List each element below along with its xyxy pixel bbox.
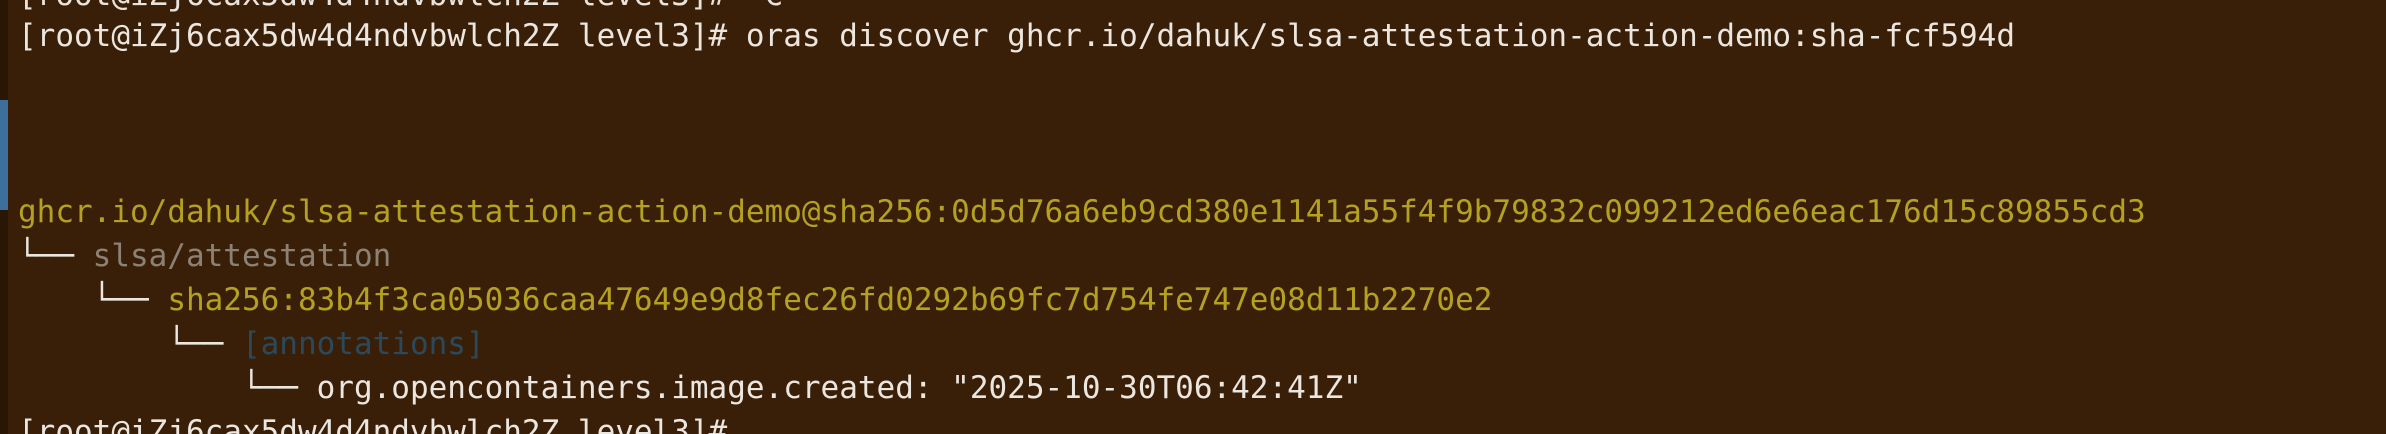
final-prompt[interactable]: [root@iZj6cax5dw4d4ndvbwlch2Z level3]# bbox=[18, 410, 727, 434]
tree-row-annotation-value: └── org.opencontainers.image.created: "2… bbox=[18, 366, 1362, 410]
tree-row-artifact-type: └── slsa/attestation bbox=[18, 234, 391, 278]
terminal-window[interactable]: [root@iZj6cax5dw4d4ndvbwlch2Z level3]# ^… bbox=[0, 0, 2386, 434]
tree-branch: └── bbox=[92, 282, 168, 318]
tree-branch: └── bbox=[241, 370, 317, 406]
tree-branch: └── bbox=[167, 326, 242, 362]
artifact-type-label: slsa/attestation bbox=[92, 238, 392, 274]
annotations-label: [annotations] bbox=[241, 326, 485, 362]
tree-row-digest: └── sha256:83b4f3ca05036caa47649e9d8fec2… bbox=[18, 278, 1493, 322]
annotation-entry: org.opencontainers.image.created: "2025-… bbox=[316, 370, 1362, 406]
scroll-marker bbox=[0, 100, 8, 210]
tree-branch: └── bbox=[18, 238, 93, 274]
command-line: [root@iZj6cax5dw4d4ndvbwlch2Z level3]# o… bbox=[18, 14, 2015, 58]
tree-row-annotations: └── [annotations] bbox=[18, 322, 485, 366]
shell-prompt: [root@iZj6cax5dw4d4ndvbwlch2Z level3]# bbox=[18, 18, 728, 54]
referrer-digest: sha256:83b4f3ca05036caa47649e9d8fec26fd0… bbox=[167, 282, 1493, 318]
command-text: oras discover ghcr.io/dahuk/slsa-attesta… bbox=[745, 18, 2016, 54]
terminal-left-edge bbox=[0, 0, 8, 434]
subject-reference: ghcr.io/dahuk/slsa-attestation-action-de… bbox=[18, 194, 2146, 230]
